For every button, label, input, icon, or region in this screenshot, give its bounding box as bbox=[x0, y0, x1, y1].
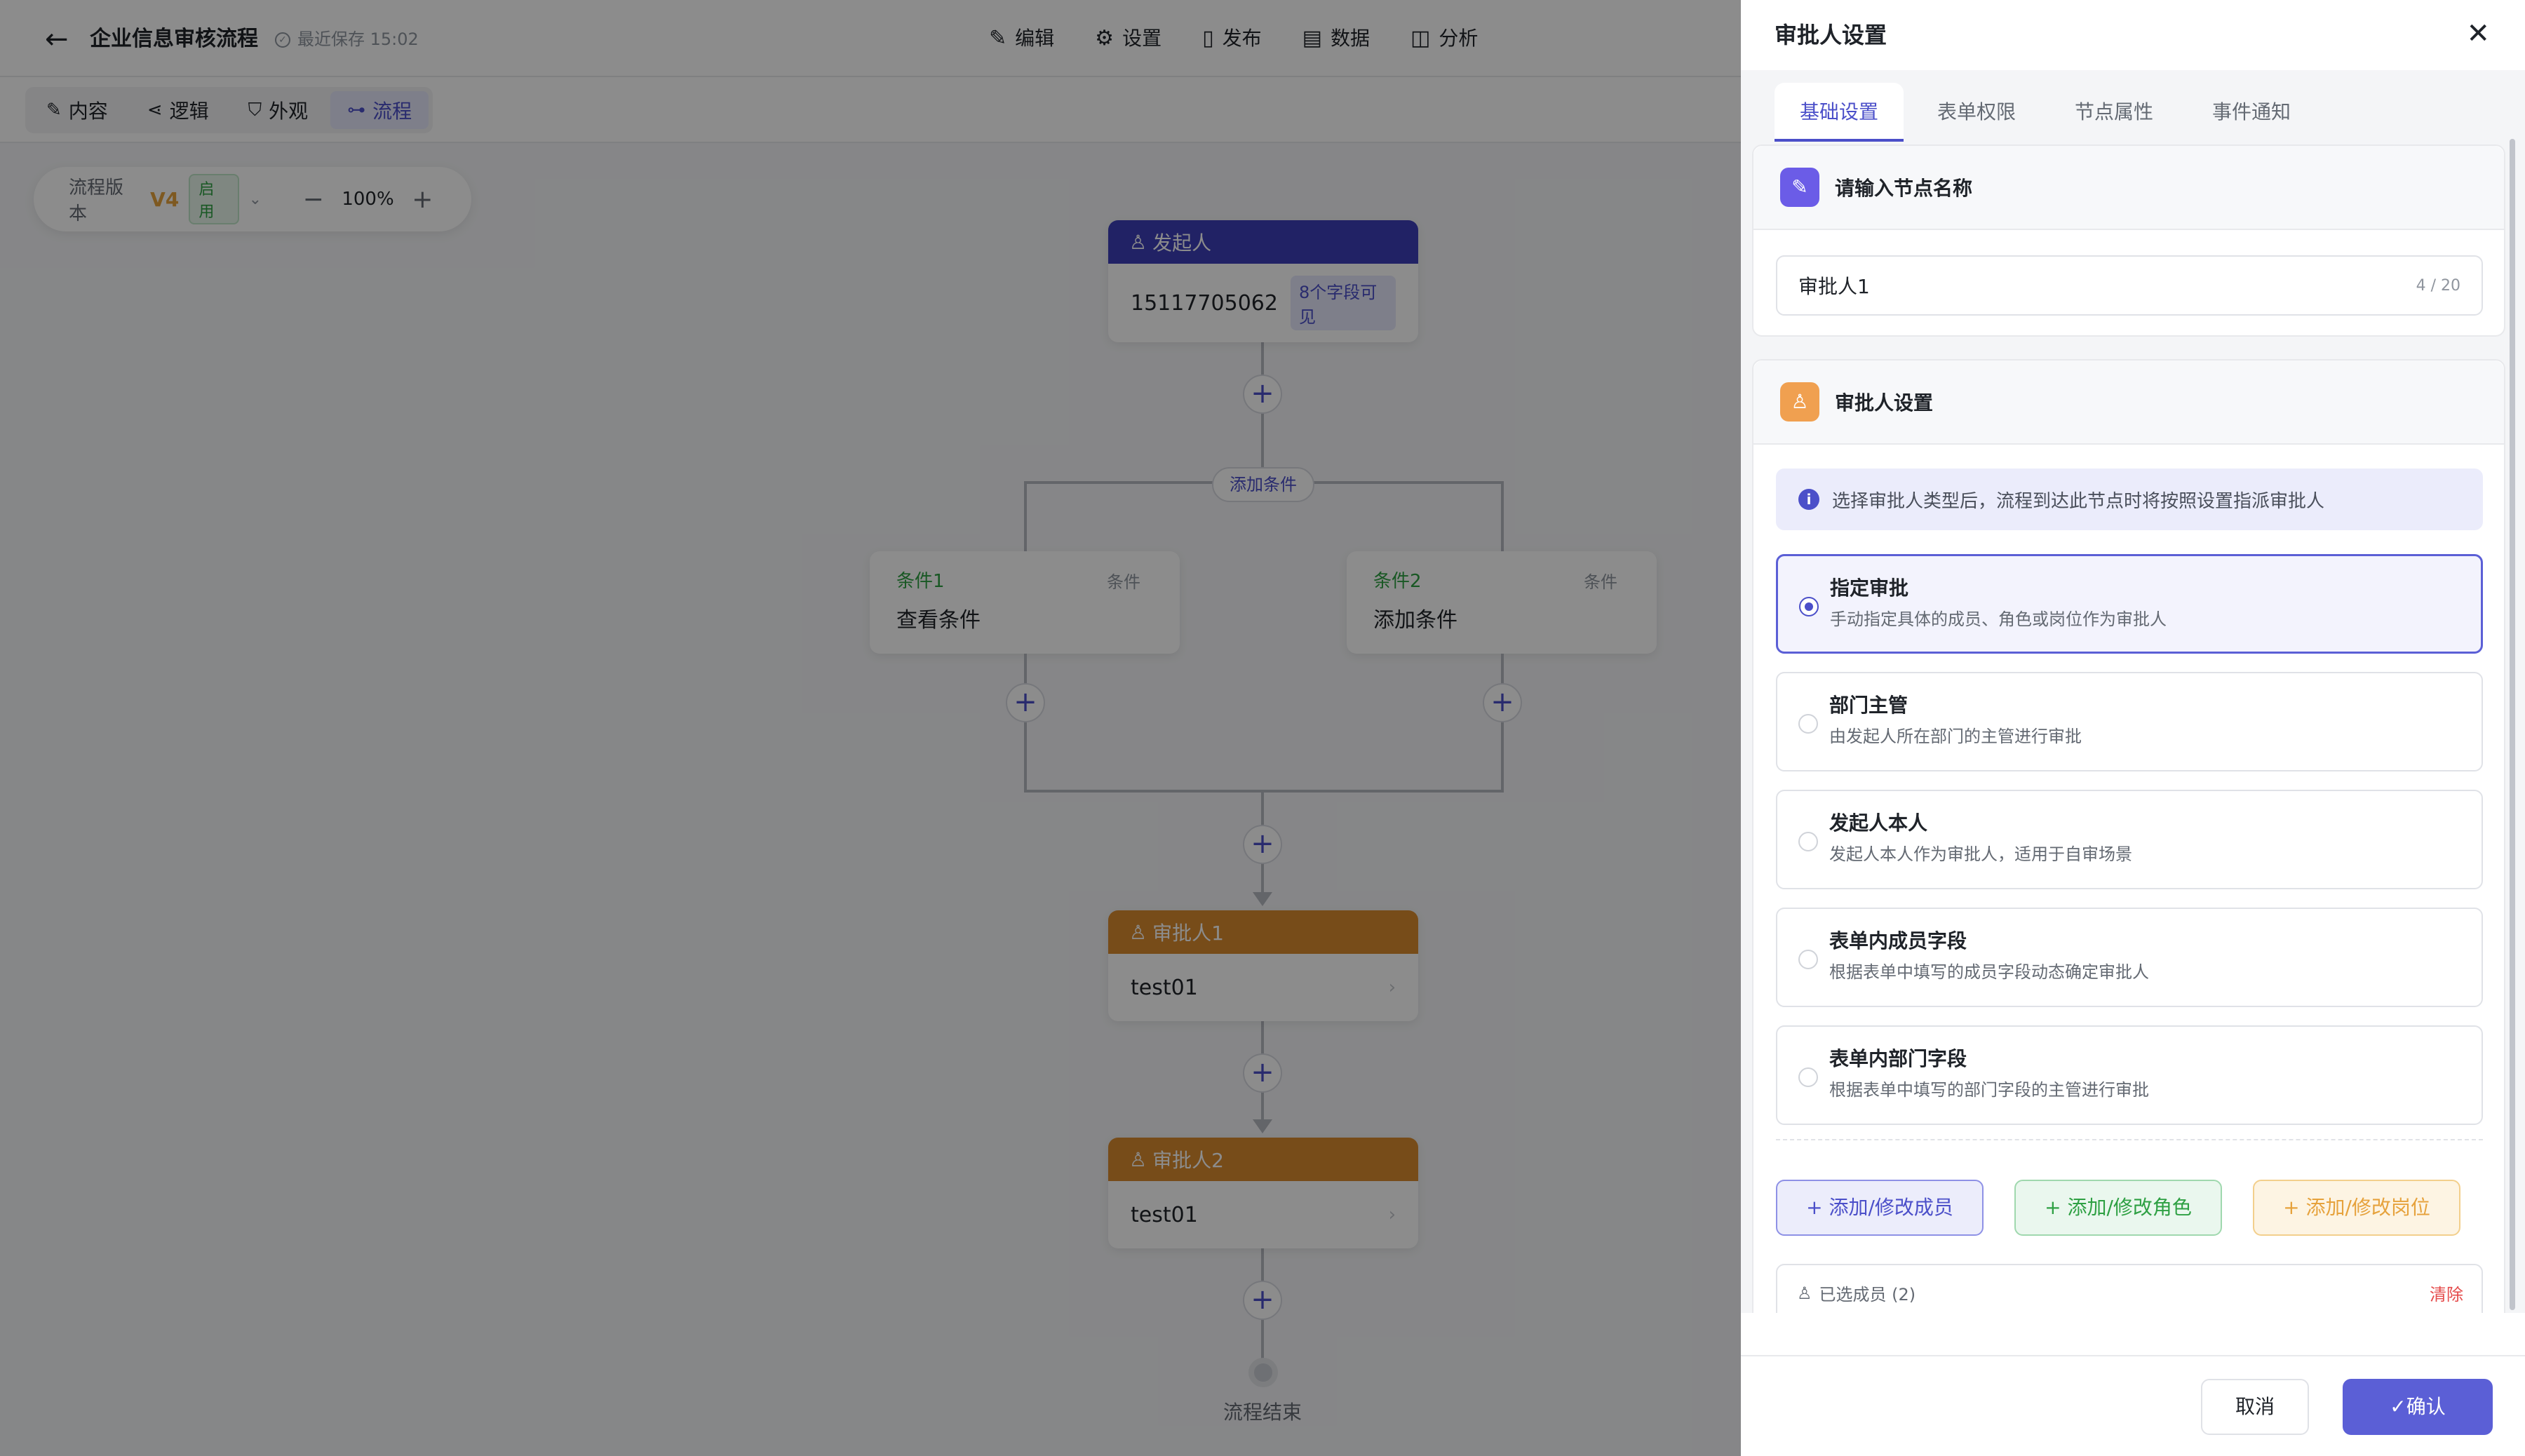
info-text: 选择审批人类型后，流程到达此节点时将按照设置指派审批人 bbox=[1832, 490, 2325, 512]
option-desc: 由发起人所在部门的主管进行审批 bbox=[1829, 727, 2082, 746]
option-designated-approval[interactable]: 指定审批 手动指定具体的成员、角色或岗位作为审批人 bbox=[1776, 554, 2483, 654]
button-label: 添加/修改角色 bbox=[2067, 1196, 2192, 1219]
option-title: 表单内成员字段 bbox=[1829, 929, 1967, 952]
section-title: 审批人设置 bbox=[1835, 391, 1934, 414]
tab-node-properties[interactable]: 节点属性 bbox=[2049, 83, 2179, 142]
radio-button[interactable] bbox=[1798, 832, 1818, 851]
plus-icon: + bbox=[2283, 1196, 2306, 1219]
option-department-head[interactable]: 部门主管 由发起人所在部门的主管进行审批 bbox=[1776, 672, 2483, 771]
node-name-value: 审批人1 bbox=[1798, 275, 1870, 298]
option-title: 发起人本人 bbox=[1829, 811, 1928, 835]
drawer-header: 审批人设置 ✕ bbox=[1741, 0, 2525, 70]
radio-button[interactable] bbox=[1798, 950, 1818, 969]
node-name-section: ✎ 请输入节点名称 审批人1 4 / 20 bbox=[1752, 144, 2505, 337]
divider bbox=[1776, 1139, 2483, 1140]
tab-basic-settings[interactable]: 基础设置 bbox=[1775, 83, 1904, 142]
selected-count: 已选成员 (2) bbox=[1819, 1285, 1916, 1305]
button-label: 添加/修改岗位 bbox=[2305, 1196, 2430, 1219]
plus-icon: + bbox=[1806, 1196, 1829, 1219]
drawer-tabs: 基础设置 表单权限 节点属性 事件通知 bbox=[1775, 83, 2316, 142]
section-header: ✎ 请输入节点名称 bbox=[1753, 146, 2504, 230]
plus-icon: + bbox=[2045, 1196, 2068, 1219]
clear-button[interactable]: 清除 bbox=[2430, 1281, 2463, 1305]
option-title: 指定审批 bbox=[1830, 577, 1909, 600]
option-desc: 发起人本人作为审批人，适用于自审场景 bbox=[1829, 844, 2132, 864]
selected-members-box: ♙ 已选成员 (2) 清除 bbox=[1776, 1264, 2483, 1313]
close-icon[interactable]: ✕ bbox=[2466, 18, 2490, 49]
option-desc: 手动指定具体的成员、角色或岗位作为审批人 bbox=[1830, 609, 2167, 629]
option-title: 部门主管 bbox=[1829, 694, 1908, 717]
option-desc: 根据表单中填写的部门字段的主管进行审批 bbox=[1829, 1080, 2149, 1100]
drawer-footer: 取消 ✓确认 bbox=[1741, 1355, 2525, 1456]
option-desc: 根据表单中填写的成员字段动态确定审批人 bbox=[1829, 962, 2149, 982]
radio-button[interactable] bbox=[1799, 597, 1819, 616]
radio-button[interactable] bbox=[1798, 1067, 1818, 1087]
option-title: 表单内部门字段 bbox=[1829, 1047, 1967, 1070]
option-form-member-field[interactable]: 表单内成员字段 根据表单中填写的成员字段动态确定审批人 bbox=[1776, 908, 2483, 1007]
user-icon: ♙ bbox=[1797, 1283, 1812, 1303]
app-root: ← 企业信息审核流程 ✓ 最近保存 15:02 ✎ 编辑 ⚙ 设置 ▯ 发布 ▤ 数据 ◫… bbox=[0, 0, 2525, 1456]
char-count: 4 / 20 bbox=[2416, 276, 2460, 295]
selected-label: ♙ 已选成员 (2) bbox=[1797, 1281, 2462, 1305]
info-banner: i 选择审批人类型后，流程到达此节点时将按照设置指派审批人 bbox=[1776, 469, 2483, 530]
check-icon: ✓ bbox=[2390, 1395, 2406, 1418]
radio-button[interactable] bbox=[1798, 714, 1818, 734]
modal-overlay[interactable] bbox=[0, 0, 1741, 1456]
add-position-button[interactable]: + 添加/修改岗位 bbox=[2253, 1180, 2460, 1236]
approver-type-section: ♙ 审批人设置 i 选择审批人类型后，流程到达此节点时将按照设置指派审批人 指定… bbox=[1752, 359, 2505, 1313]
add-role-button[interactable]: + 添加/修改角色 bbox=[2014, 1180, 2222, 1236]
add-member-button[interactable]: + 添加/修改成员 bbox=[1776, 1180, 1984, 1236]
section-title: 请输入节点名称 bbox=[1835, 177, 1973, 200]
drawer-body[interactable]: ✎ 请输入节点名称 审批人1 4 / 20 ♙ 审批人设置 i 选择审批人类型后… bbox=[1741, 144, 2525, 1313]
tab-event-notifications[interactable]: 事件通知 bbox=[2187, 83, 2316, 142]
option-initiator-self[interactable]: 发起人本人 发起人本人作为审批人，适用于自审场景 bbox=[1776, 790, 2483, 889]
edit-icon: ✎ bbox=[1780, 168, 1819, 207]
tab-form-permissions[interactable]: 表单权限 bbox=[1912, 83, 2041, 142]
confirm-label: 确认 bbox=[2406, 1395, 2446, 1418]
confirm-button[interactable]: ✓确认 bbox=[2343, 1379, 2493, 1435]
drawer-title: 审批人设置 bbox=[1775, 22, 1887, 48]
section-header: ♙ 审批人设置 bbox=[1753, 360, 2504, 445]
approver-settings-drawer: 审批人设置 ✕ 基础设置 表单权限 节点属性 事件通知 ✎ 请输入节点名称 审批… bbox=[1741, 0, 2525, 1456]
cancel-button[interactable]: 取消 bbox=[2201, 1379, 2309, 1435]
option-form-department-field[interactable]: 表单内部门字段 根据表单中填写的部门字段的主管进行审批 bbox=[1776, 1025, 2483, 1125]
scrollbar[interactable] bbox=[2510, 139, 2515, 1310]
info-icon: i bbox=[1798, 489, 1819, 510]
user-icon: ♙ bbox=[1780, 382, 1819, 422]
node-name-input[interactable]: 审批人1 4 / 20 bbox=[1776, 255, 2483, 316]
button-label: 添加/修改成员 bbox=[1829, 1196, 1953, 1219]
